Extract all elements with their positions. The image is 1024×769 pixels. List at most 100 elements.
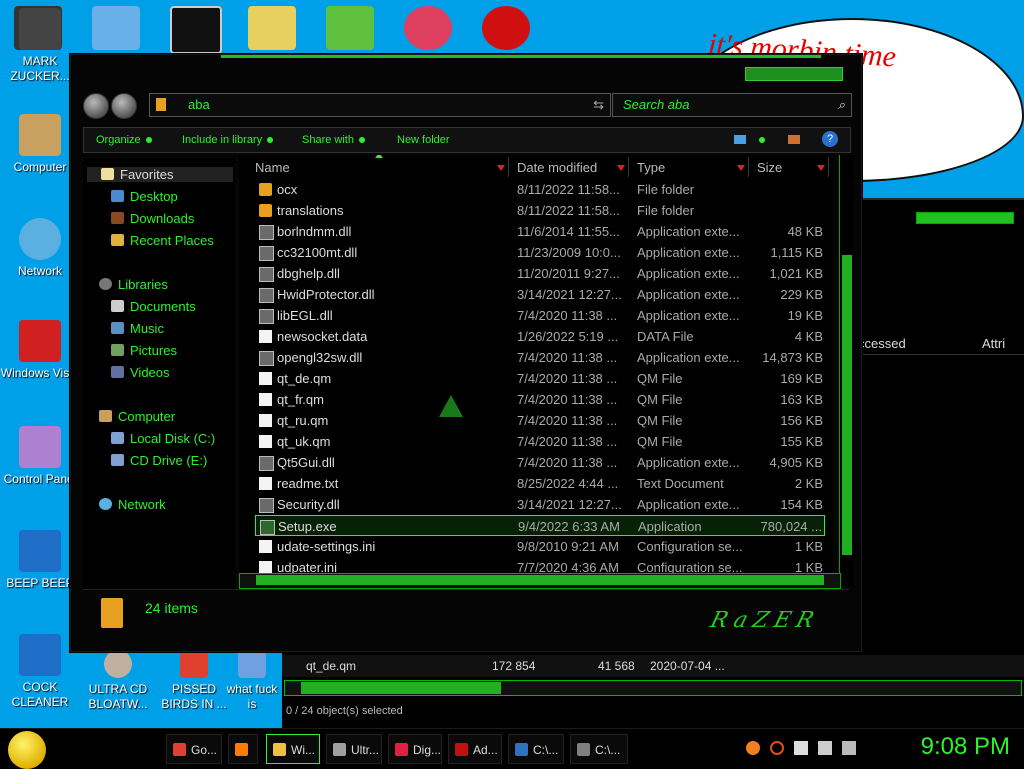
- nav-videos[interactable]: Videos: [111, 365, 170, 380]
- scroll-thumb[interactable]: [256, 575, 824, 585]
- horizontal-scrollbar[interactable]: [284, 680, 1022, 696]
- list-item[interactable]: libEGL.dll 7/4/2020 11:38 ... Application …: [255, 305, 825, 326]
- file-type: Application exte...: [637, 455, 740, 470]
- list-item[interactable]: opengl32sw.dll 7/4/2020 11:38 ... Applicat…: [255, 347, 825, 368]
- taskbar-button[interactable]: C:\...: [508, 734, 564, 764]
- nav-cd-drive[interactable]: CD Drive (E:): [111, 453, 207, 468]
- list-item[interactable]: HwidProtector.dll 3/14/2021 12:27... Appli…: [255, 284, 825, 305]
- explorer-window[interactable]: aba ⇆ Search aba ⌕ Organize Include in l…: [70, 54, 862, 652]
- help-icon[interactable]: ?: [822, 131, 838, 147]
- scroll-thumb[interactable]: [842, 255, 852, 555]
- nav-favorites[interactable]: Favorites: [87, 167, 233, 182]
- search-icon[interactable]: ⌕: [838, 94, 845, 116]
- desktop-icon-mark[interactable]: MARK ZUCKER...: [0, 8, 80, 84]
- clock[interactable]: 9:08 PM: [921, 733, 1010, 761]
- include-in-library-button[interactable]: Include in library: [182, 128, 274, 152]
- list-item[interactable]: qt_uk.qm 7/4/2020 11:38 ... QM File 155 KB: [255, 431, 825, 452]
- column-header-size[interactable]: Size: [751, 157, 829, 177]
- nav-music[interactable]: Music: [111, 321, 164, 336]
- preview-pane-icon[interactable]: [788, 135, 800, 144]
- nav-computer[interactable]: Computer: [99, 409, 175, 424]
- search-input[interactable]: Search aba ⌕: [612, 93, 852, 117]
- table-row[interactable]: qt_de.qm 172 854 41 568 2020-07-04 ...: [282, 655, 1024, 677]
- taskbar-button[interactable]: C:\...: [570, 734, 628, 764]
- navigation-pane: Favorites Desktop Downloads Recent Place…: [83, 159, 235, 589]
- list-item[interactable]: udate-settings.ini 9/8/2010 9:21 AM Config…: [255, 536, 825, 557]
- desktop-icon-computer[interactable]: Computer: [0, 114, 80, 175]
- window-controls[interactable]: [916, 212, 1014, 224]
- top-desktop-icon[interactable]: [482, 6, 530, 50]
- list-item[interactable]: cc32100mt.dll 11/23/2009 10:0... Applicati…: [255, 242, 825, 263]
- list-item[interactable]: readme.txt 8/25/2022 4:44 ... Text Documen…: [255, 473, 825, 494]
- list-item[interactable]: translations 8/11/2022 11:58... File folde…: [255, 200, 825, 221]
- desktop-icon-cleaner[interactable]: COCK CLEANER: [0, 634, 80, 710]
- nav-network[interactable]: Network: [99, 497, 166, 512]
- organize-button[interactable]: Organize: [96, 128, 152, 152]
- desktop-icon-control-panel[interactable]: Control Panel: [0, 426, 80, 487]
- view-icon[interactable]: [734, 135, 746, 144]
- search-tray-icon[interactable]: [746, 741, 760, 755]
- list-item[interactable]: qt_fr.qm 7/4/2020 11:38 ... QM File 163 KB: [255, 389, 825, 410]
- computer-icon: [99, 410, 112, 422]
- column-header-accessed[interactable]: ccessed: [858, 336, 906, 351]
- nav-pictures[interactable]: Pictures: [111, 343, 177, 358]
- taskbar-button[interactable]: Ultr...: [326, 734, 382, 764]
- column-header-type[interactable]: Type: [631, 157, 749, 177]
- address-text: aba: [188, 97, 210, 112]
- top-desktop-icon[interactable]: [170, 6, 222, 54]
- nav-local-disk[interactable]: Local Disk (C:): [111, 431, 215, 446]
- top-desktop-icon[interactable]: [404, 6, 452, 50]
- list-item[interactable]: dbghelp.dll 11/20/2011 9:27... Application…: [255, 263, 825, 284]
- view-dropdown-icon[interactable]: [759, 137, 765, 143]
- nav-downloads[interactable]: Downloads: [111, 211, 194, 226]
- back-button[interactable]: [83, 93, 109, 119]
- volume-tray-icon[interactable]: [842, 741, 856, 755]
- vertical-scrollbar[interactable]: [839, 155, 854, 587]
- new-folder-button[interactable]: New folder: [397, 128, 450, 152]
- taskbar-button[interactable]: Dig...: [388, 734, 442, 764]
- desktop-icon-network[interactable]: Network: [0, 218, 80, 279]
- list-item[interactable]: newsocket.data 1/26/2022 5:19 ... DATA Fil…: [255, 326, 825, 347]
- refresh-icon[interactable]: ⇆: [593, 94, 604, 116]
- list-item[interactable]: Qt5Gui.dll 7/4/2020 11:38 ... Application …: [255, 452, 825, 473]
- list-item[interactable]: borlndmm.dll 11/6/2014 11:55... Applicatio…: [255, 221, 825, 242]
- no-entry-tray-icon[interactable]: [770, 741, 784, 755]
- desktop-icon-vista[interactable]: Windows Vista: [0, 320, 80, 381]
- start-button[interactable]: [8, 731, 46, 769]
- desktop-icon-label: Network: [17, 264, 62, 278]
- scroll-thumb[interactable]: [301, 682, 501, 694]
- list-item[interactable]: qt_de.qm 7/4/2020 11:38 ... QM File 169 KB: [255, 368, 825, 389]
- taskbar-button[interactable]: Go...: [166, 734, 222, 764]
- list-item[interactable]: qt_ru.qm 7/4/2020 11:38 ... QM File 156 KB: [255, 410, 825, 431]
- desktop-icon-beep[interactable]: BEEP BEEP: [0, 530, 80, 591]
- desktop-icon-what[interactable]: what fuck is: [222, 650, 282, 712]
- taskbar-button[interactable]: [228, 734, 258, 764]
- file-name: Security.dll: [277, 497, 340, 512]
- horizontal-scrollbar[interactable]: [239, 573, 841, 589]
- nav-documents[interactable]: Documents: [111, 299, 196, 314]
- desktop-icon-ultracd[interactable]: ULTRA CD BLOATW...: [78, 650, 158, 712]
- list-item[interactable]: ocx 8/11/2022 11:58... File folder: [255, 179, 825, 200]
- network-tray-icon[interactable]: [818, 741, 832, 755]
- forward-button[interactable]: [111, 93, 137, 119]
- nav-desktop[interactable]: Desktop: [111, 189, 178, 204]
- file-date: 7/4/2020 11:38 ...: [517, 350, 618, 365]
- top-desktop-icon[interactable]: [248, 6, 296, 50]
- top-desktop-icon[interactable]: [92, 6, 140, 50]
- taskbar-button[interactable]: Wi...: [266, 734, 320, 764]
- column-header-name[interactable]: Name: [249, 157, 509, 177]
- share-with-button[interactable]: Share with: [302, 128, 365, 152]
- taskbar-button[interactable]: Ad...: [448, 734, 502, 764]
- column-header-attrib[interactable]: Attri: [982, 336, 1005, 351]
- list-item[interactable]: Setup.exe 9/4/2022 6:33 AM Application 780,…: [255, 515, 825, 536]
- column-header-date[interactable]: Date modified: [511, 157, 629, 177]
- flag-tray-icon[interactable]: [794, 741, 808, 755]
- top-desktop-icon[interactable]: [326, 6, 374, 50]
- file-size: 229 KB: [780, 287, 823, 302]
- nav-libraries[interactable]: Libraries: [99, 277, 168, 292]
- window-controls[interactable]: [745, 67, 843, 81]
- address-bar[interactable]: aba ⇆: [149, 93, 611, 117]
- list-item[interactable]: Security.dll 3/14/2021 12:27... Applicatio…: [255, 494, 825, 515]
- file-type: Text Document: [637, 476, 724, 491]
- nav-recent-places[interactable]: Recent Places: [111, 233, 214, 248]
